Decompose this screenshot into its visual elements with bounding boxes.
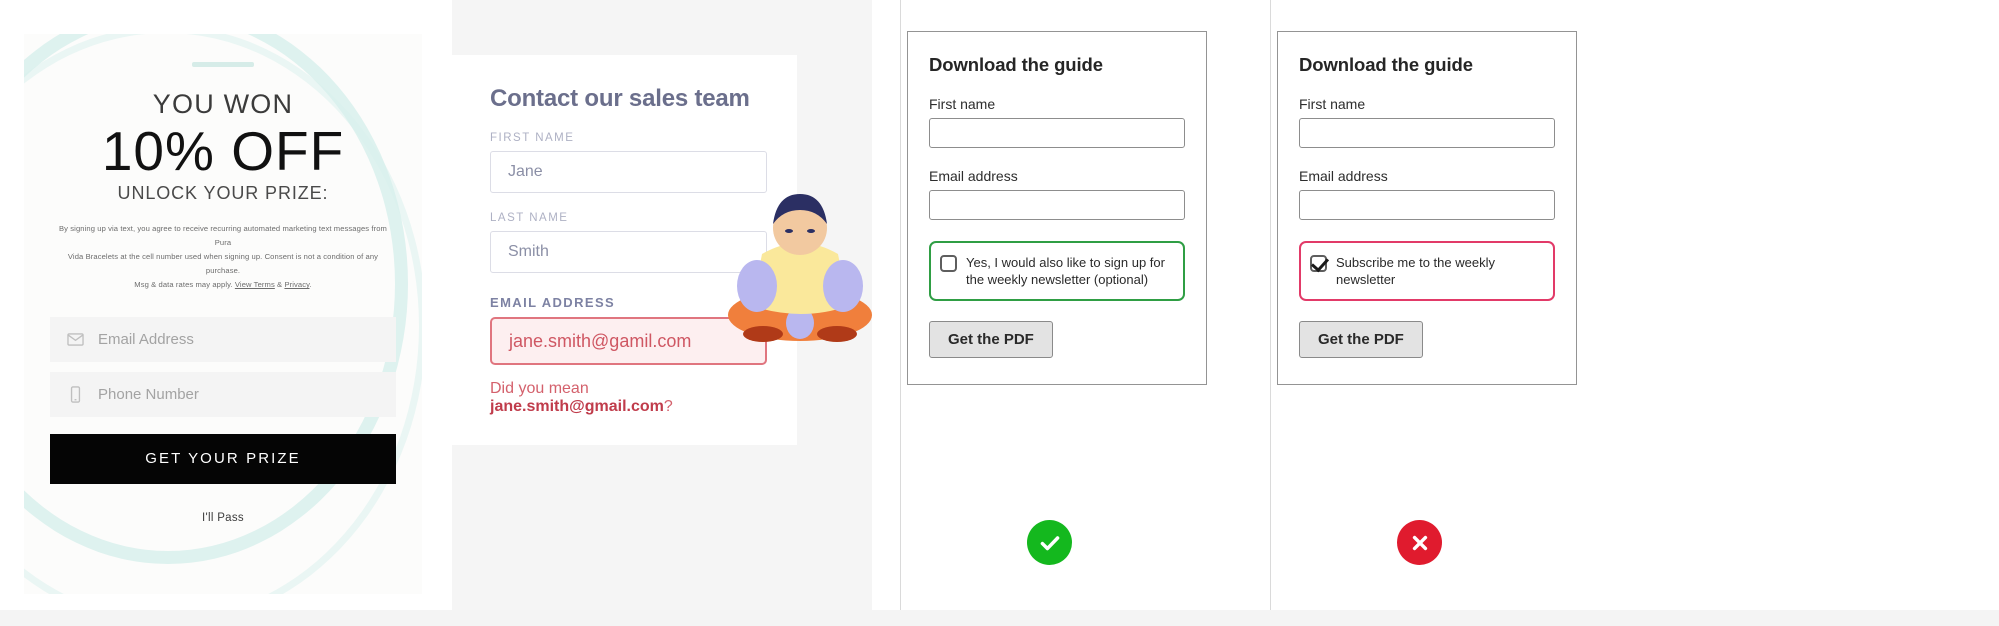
guide-good-newsletter-checkbox-row[interactable]: Yes, I would also like to sign up for th… [929,241,1185,302]
coupon-headline: 10% OFF [101,120,345,182]
coupon-eyebrow: YOU WON [152,89,294,119]
panel-gutter-1 [424,0,452,626]
guide-good-title: Download the guide [929,54,1103,75]
guide-bad-card: Download the guide First name Email addr… [1277,31,1577,386]
guide-good-first-name-input[interactable] [929,118,1185,148]
guide-bad-panel: Download the guide First name Email addr… [1270,0,1640,626]
check-circle-icon [1040,535,1059,550]
suggestion-prefix: Did you mean [490,380,589,397]
phone-number-placeholder: Phone Number [98,385,199,403]
fineprint-line-2: Vida Bracelets at the cell number used w… [67,252,379,276]
guide-good-newsletter-label: Yes, I would also like to sign up for th… [966,255,1165,288]
guide-bad-get-pdf-button[interactable]: Get the PDF [1299,321,1423,359]
guide-good-get-pdf-button[interactable]: Get the PDF [929,321,1053,359]
fineprint-tail-after: . [309,280,312,290]
coupon-fields: Email Address Phone Number GET YOUR PRIZ… [50,316,396,484]
guide-good-email-label: Email address [929,168,1018,184]
first-name-label: FIRST NAME [490,132,575,144]
email-address-placeholder: Email Address [98,330,194,348]
email-address-input[interactable]: Email Address [50,316,396,362]
guide-bad-first-name-label: First name [1299,96,1366,112]
guide-bad-first-name-input[interactable] [1299,118,1555,148]
envelope-icon [67,332,84,346]
phone-number-input[interactable]: Phone Number [50,371,396,417]
guide-bad-newsletter-checkbox-row[interactable]: Subscribe me to the weekly newsletter [1299,241,1555,302]
coupon-card: YOU WON 10% OFF UNLOCK YOUR PRIZE: By si… [24,34,422,594]
mobile-phone-icon [70,385,81,403]
guide-bad-email-label: Email address [1299,168,1388,184]
fineprint-line-1: By signing up via text, you agree to rec… [59,224,387,248]
bottom-strip [0,610,1999,626]
cross-circle-icon [1412,535,1427,550]
guide-good-card: Download the guide First name Email addr… [907,31,1207,386]
get-your-prize-button[interactable]: GET YOUR PRIZE [50,433,396,484]
guide-bad-email-input[interactable] [1299,190,1555,220]
guide-bad-title: Download the guide [1299,54,1473,75]
comparison-screenshot: YOU WON 10% OFF UNLOCK YOUR PRIZE: By si… [0,0,1999,626]
bad-verdict-badge [1397,520,1442,565]
guide-good-first-name-label: First name [929,96,996,112]
fineprint-line-3: Msg & data rates may apply. View Terms &… [50,278,396,292]
newsletter-checkbox-checked[interactable] [1310,255,1327,272]
suggested-email[interactable]: jane.smith@gmail.com [490,398,664,415]
fineprint-tail-before: Msg & data rates may apply. [134,280,235,290]
decorative-dash [192,62,254,67]
newsletter-checkbox-unchecked[interactable] [940,255,957,272]
ill-pass-link[interactable]: I'll Pass [50,512,396,524]
privacy-link[interactable]: Privacy [284,280,309,289]
guide-bad-newsletter-label: Subscribe me to the weekly newsletter [1336,255,1495,288]
meditating-person-illustration [728,194,872,342]
view-terms-link[interactable]: View Terms [235,280,275,289]
suggestion-suffix: ? [663,398,673,415]
guide-good-email-input[interactable] [929,190,1185,220]
contact-form-title: Contact our sales team [490,85,750,112]
good-verdict-badge [1027,520,1072,565]
coupon-subhead: UNLOCK YOUR PRIZE: [117,183,329,204]
guide-good-panel: Download the guide First name Email addr… [900,0,1270,626]
coupon-fineprint: By signing up via text, you agree to rec… [50,222,396,292]
email-suggestion: Did you mean jane.smith@gmail.com? [490,380,767,416]
contact-sales-panel: Contact our sales team FIRST NAME Jane L… [452,0,872,626]
coupon-popup-panel: YOU WON 10% OFF UNLOCK YOUR PRIZE: By si… [24,0,424,626]
fineprint-amp: & [274,280,285,290]
